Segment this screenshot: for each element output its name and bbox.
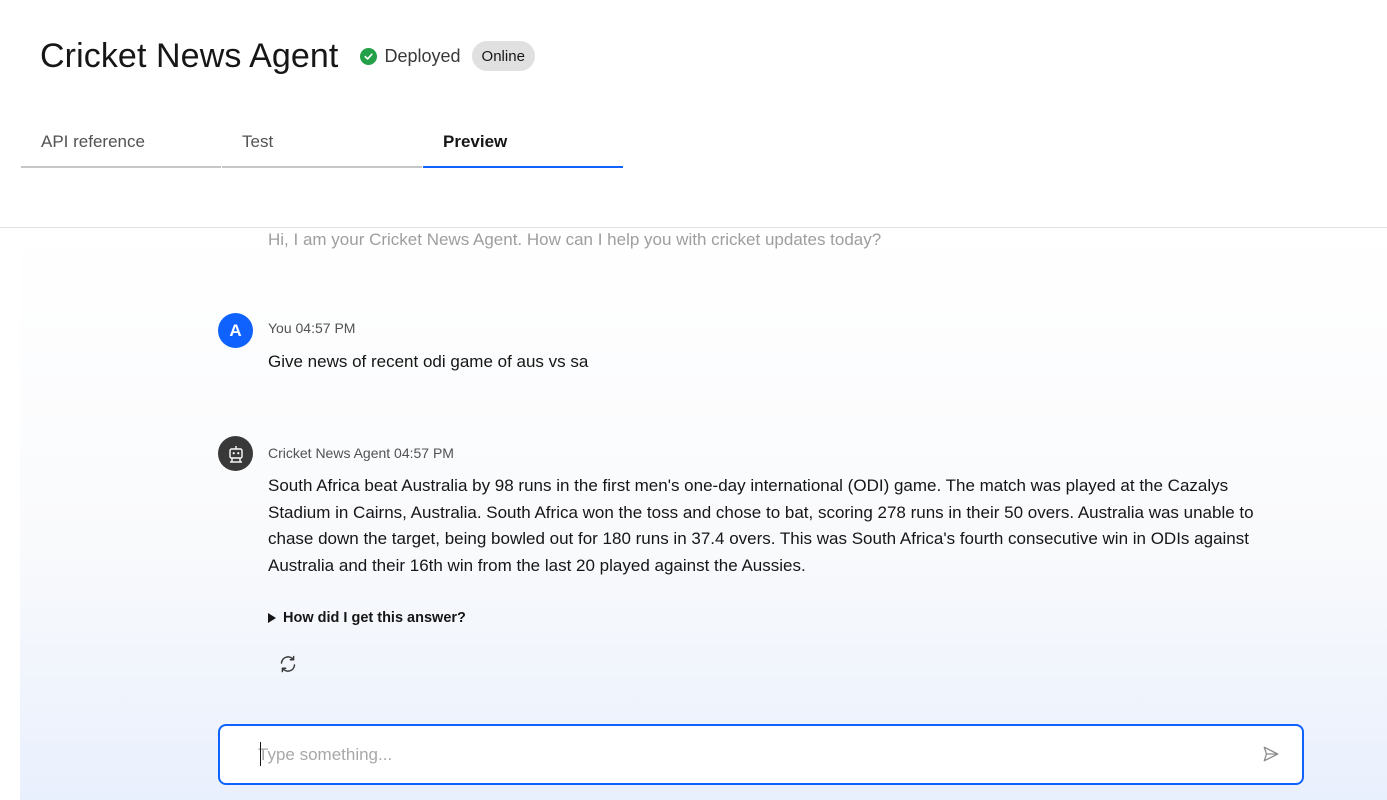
tab-bar: API reference Test Preview: [21, 120, 624, 168]
tab-preview[interactable]: Preview: [423, 120, 623, 168]
status-label: Deployed: [384, 45, 461, 66]
check-circle-icon: [360, 47, 378, 65]
message-input[interactable]: [258, 740, 1218, 770]
status-badge: Online: [471, 41, 535, 71]
tab-api-reference[interactable]: API reference: [21, 120, 221, 168]
details-label: How did I get this answer?: [283, 610, 466, 626]
page-title: Cricket News Agent: [40, 36, 339, 75]
tab-test[interactable]: Test: [222, 120, 422, 168]
answer-explanation-toggle[interactable]: How did I get this answer?: [268, 610, 466, 626]
message-input-container: [218, 724, 1304, 785]
caret-right-icon: [268, 613, 276, 623]
robot-icon: [218, 436, 253, 471]
text-cursor: [260, 742, 261, 766]
message-text: South Africa beat Australia by 98 runs i…: [268, 476, 1254, 575]
user-avatar: A: [218, 313, 253, 348]
chat-panel: Hi, I am your Cricket News Agent. How ca…: [20, 228, 1387, 800]
agent-greeting: Hi, I am your Cricket News Agent. How ca…: [268, 230, 882, 249]
message-meta: You 04:57 PM: [268, 320, 356, 336]
message-text: Give news of recent odi game of aus vs s…: [268, 352, 589, 371]
message-meta: Cricket News Agent 04:57 PM: [268, 445, 454, 461]
deployment-status: Deployed: [360, 45, 461, 67]
refresh-icon[interactable]: [277, 653, 299, 675]
title-row: Cricket News Agent Deployed Online: [40, 36, 535, 76]
page-header: Cricket News Agent Deployed Online API r…: [0, 0, 1387, 228]
send-icon[interactable]: [1262, 745, 1282, 765]
